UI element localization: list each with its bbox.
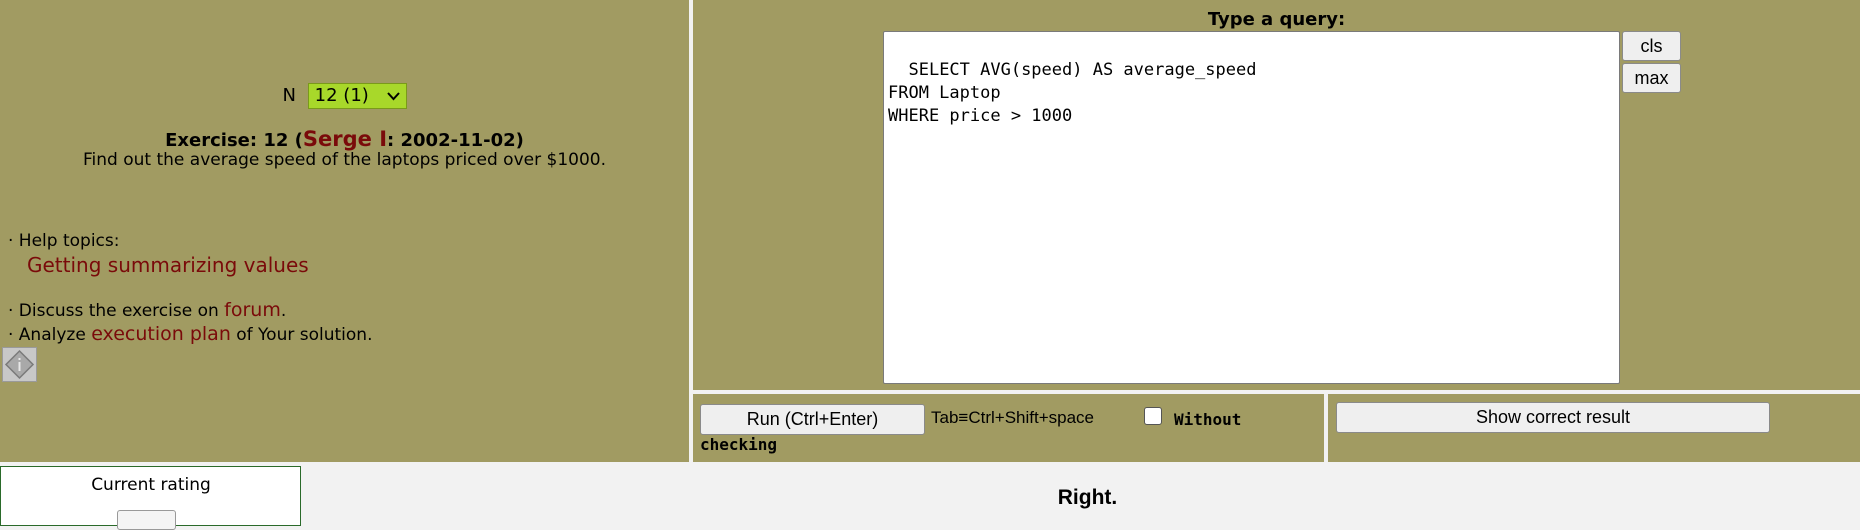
without-checking-label: Without (1174, 410, 1242, 429)
chevron-down-icon (386, 89, 400, 105)
discuss-line: · Discuss the exercise on forum. (8, 299, 286, 321)
analyze-prefix: · Analyze (8, 325, 92, 345)
exercise-number-row: N 12 (1) (0, 83, 689, 109)
result-status-message: Right. (1057, 486, 1118, 509)
discuss-suffix: . (280, 301, 287, 321)
resize-grip-icon[interactable] (1605, 369, 1617, 381)
tab-shortcut-hint: Tab≡Ctrl+Shift+space (931, 408, 1095, 427)
exercise-number-label: N (282, 85, 296, 106)
discuss-prefix: · Discuss the exercise on (8, 301, 225, 321)
run-button[interactable]: Run (Ctrl+Enter) (700, 404, 925, 435)
help-topic-link[interactable]: Getting summarizing values (27, 253, 309, 277)
info-diamond-icon[interactable] (2, 347, 37, 382)
exercise-panel: N 12 (1) Exercise: 12 (Serge I: 2002-11-… (0, 0, 689, 462)
analyze-suffix: of Your solution. (230, 325, 373, 345)
exercise-title-prefix: Exercise: 12 ( (165, 130, 303, 151)
exercise-date: : 2002-11-02) (387, 130, 524, 151)
forum-link[interactable]: forum (224, 299, 281, 321)
show-correct-result-button[interactable]: Show correct result (1336, 402, 1770, 433)
maximize-button[interactable]: max (1622, 63, 1681, 93)
analyze-line: · Analyze execution plan of Your solutio… (8, 323, 372, 345)
author-link[interactable]: Serge I (303, 127, 387, 151)
without-checking-checkbox[interactable] (1144, 407, 1162, 425)
exercise-select[interactable]: 12 (1) (307, 83, 407, 109)
query-text: SELECT AVG(speed) AS average_speed FROM … (888, 60, 1257, 126)
current-rating-box: Current rating (0, 466, 301, 530)
exercise-title: Exercise: 12 (Serge I: 2002-11-02) (0, 127, 689, 151)
query-label: Type a query: (1207, 9, 1346, 30)
exercise-description: Find out the average speed of the laptop… (83, 150, 606, 170)
query-textarea[interactable]: SELECT AVG(speed) AS average_speed FROM … (883, 31, 1620, 384)
without-checking-label-cont: checking (700, 435, 778, 454)
help-topics-label: · Help topics: (8, 231, 120, 251)
exercise-select-value: 12 (1) (314, 85, 369, 106)
execution-plan-link[interactable]: execution plan (91, 323, 231, 345)
current-rating-label: Current rating (91, 475, 211, 495)
clear-button[interactable]: cls (1622, 31, 1681, 61)
rating-control[interactable] (117, 510, 176, 530)
